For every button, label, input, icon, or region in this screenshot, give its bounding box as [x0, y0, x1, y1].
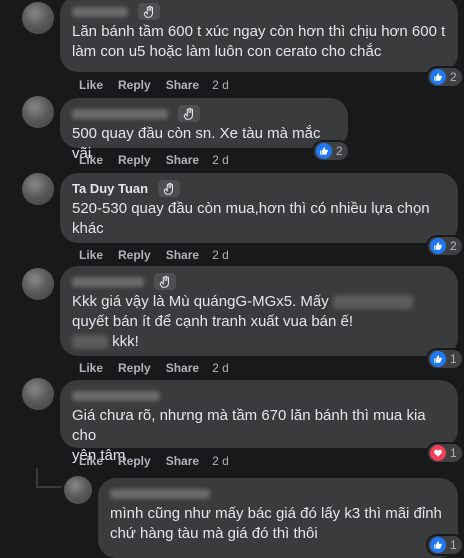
- reaction-number: 1: [450, 538, 457, 552]
- wave-icon[interactable]: [154, 273, 176, 290]
- timestamp[interactable]: 2 d: [212, 454, 229, 468]
- share-button[interactable]: Share: [166, 78, 199, 92]
- comment-text-line: khác: [72, 220, 104, 237]
- commenter-name[interactable]: [72, 108, 168, 119]
- like-button[interactable]: Like: [79, 361, 103, 375]
- reaction-count[interactable]: 2: [428, 68, 462, 86]
- reply-button[interactable]: Reply: [118, 454, 151, 468]
- comment-text-line: chứ hàng tàu mà giá đó thì thôi: [110, 525, 318, 542]
- like-button[interactable]: Like: [79, 153, 103, 167]
- share-button[interactable]: Share: [166, 153, 199, 167]
- commenter-name[interactable]: [72, 390, 160, 401]
- share-button[interactable]: Share: [166, 454, 199, 468]
- comment-text-line: kkk!: [72, 332, 446, 352]
- like-button[interactable]: Like: [79, 248, 103, 262]
- avatar[interactable]: [64, 476, 92, 504]
- timestamp[interactable]: 2 d: [212, 248, 229, 262]
- like-icon: [430, 238, 446, 254]
- like-icon: [430, 69, 446, 85]
- like-button[interactable]: Like: [79, 78, 103, 92]
- commenter-name[interactable]: Ta Duy Tuan: [72, 181, 148, 196]
- reply-button[interactable]: Reply: [118, 153, 151, 167]
- reaction-count[interactable]: 2: [314, 142, 348, 160]
- comment-text-segment: Kkk giá vậy là Mù quángG-MGx5. Mấy: [72, 293, 329, 310]
- reaction-number: 2: [450, 239, 457, 253]
- redacted-text: [332, 295, 413, 310]
- thread-line: [36, 468, 38, 488]
- like-button[interactable]: Like: [79, 454, 103, 468]
- commenter-name[interactable]: [72, 6, 128, 17]
- share-button[interactable]: Share: [166, 361, 199, 375]
- reaction-count[interactable]: 1: [428, 444, 462, 462]
- comment-text-line: 520-530 quay đầu còn mua,hơn thì có nhiề…: [72, 200, 430, 217]
- wave-icon[interactable]: [158, 180, 181, 197]
- reply-button[interactable]: Reply: [118, 78, 151, 92]
- like-icon: [316, 143, 332, 159]
- reaction-number: 1: [450, 446, 457, 460]
- comment-text-segment: kkk!: [112, 333, 139, 350]
- comment-text-line: Giá chưa rõ, nhưng mà tầm 670 lăn bánh t…: [72, 407, 426, 444]
- comment-bubble: Ta Duy Tuan 520-530 quay đầu còn mua,hơn…: [60, 173, 458, 243]
- comment-bubble: 500 quay đầu còn sn. Xe tàu mà mắc vãi: [60, 98, 348, 162]
- reply-button[interactable]: Reply: [118, 361, 151, 375]
- reaction-count[interactable]: 2: [428, 237, 462, 255]
- comment-bubble: Kkk giá vậy là Mù quángG-MGx5. Mấy quyết…: [60, 266, 458, 356]
- avatar[interactable]: [22, 268, 54, 300]
- reply-button[interactable]: Reply: [118, 248, 151, 262]
- reaction-number: 2: [336, 144, 343, 158]
- comment-text-line: Kkk giá vậy là Mù quángG-MGx5. Mấy: [72, 292, 446, 312]
- share-button[interactable]: Share: [166, 248, 199, 262]
- reaction-number: 1: [450, 352, 457, 366]
- like-icon: [430, 537, 446, 553]
- avatar[interactable]: [22, 378, 54, 410]
- comment-text-line: quyết bán ít để cạnh tranh xuất vua bán …: [72, 313, 354, 330]
- timestamp[interactable]: 2 d: [212, 361, 229, 375]
- reaction-number: 2: [450, 70, 457, 84]
- comment-text-line: Lăn bánh tầm 600 t xúc ngay còn hơn thì …: [72, 23, 446, 40]
- avatar[interactable]: [22, 96, 54, 128]
- wave-icon[interactable]: [178, 105, 200, 122]
- comment-text-line: làm con u5 hoặc làm luôn con cerato cho …: [72, 43, 382, 60]
- commenter-name[interactable]: [110, 488, 210, 499]
- commenter-name[interactable]: [72, 276, 144, 287]
- comment-bubble: mình cũng như mấy bác giá đó lấy k3 thì …: [98, 478, 458, 558]
- timestamp[interactable]: 2 d: [212, 153, 229, 167]
- reaction-count[interactable]: 1: [428, 350, 462, 368]
- comment-bubble: Lăn bánh tầm 600 t xúc ngay còn hơn thì …: [60, 0, 458, 72]
- redacted-text: [72, 335, 108, 350]
- love-icon: [430, 445, 446, 461]
- comment-text-line: mình cũng như mấy bác giá đó lấy k3 thì …: [110, 505, 442, 522]
- comment-bubble: Giá chưa rõ, nhưng mà tầm 670 lăn bánh t…: [60, 380, 458, 464]
- avatar[interactable]: [22, 2, 54, 34]
- reaction-count[interactable]: 1: [428, 536, 462, 554]
- like-icon: [430, 351, 446, 367]
- thread-line-branch: [36, 486, 62, 488]
- wave-icon[interactable]: [138, 3, 160, 20]
- avatar[interactable]: [22, 173, 54, 205]
- timestamp[interactable]: 2 d: [212, 78, 229, 92]
